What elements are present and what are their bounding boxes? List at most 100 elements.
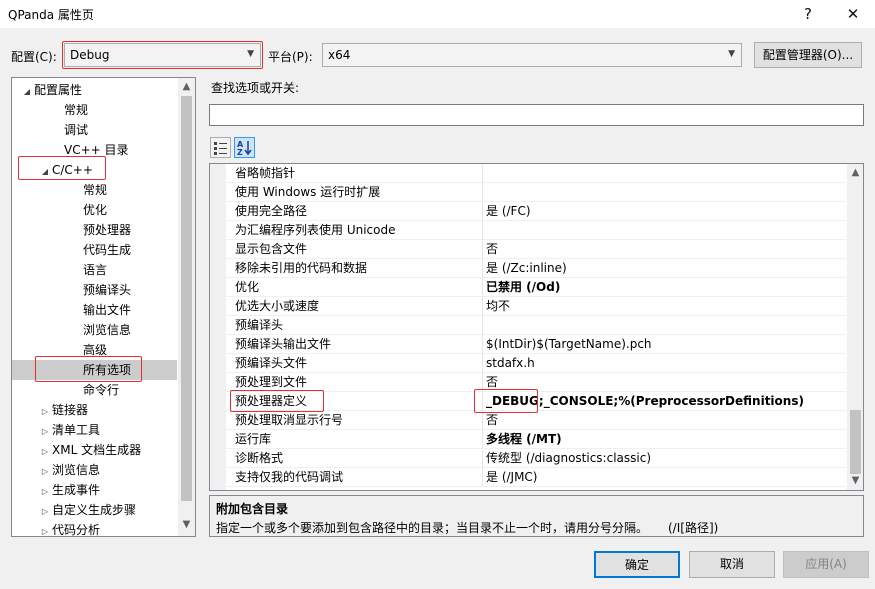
tree-item-label: 语言 [83, 263, 108, 277]
platform-dropdown[interactable]: x64 ▼ [322, 43, 742, 67]
property-name: 预处理取消显示行号 [235, 413, 344, 427]
tree-item[interactable]: 常规 [12, 180, 177, 200]
highlight-box-debug-value [474, 389, 538, 413]
collapsed-arrow-icon[interactable]: ▷ [38, 422, 52, 442]
property-value[interactable]: 传统型 (/diagnostics:classic) [486, 449, 651, 468]
property-name: 显示包含文件 [235, 242, 308, 256]
sort-alphabetical-icon[interactable]: A Z [234, 137, 255, 158]
property-value[interactable]: 已禁用 (/Od) [486, 278, 560, 297]
property-row[interactable]: 诊断格式 传统型 (/diagnostics:classic) [210, 449, 846, 468]
tree-item[interactable]: 调试 [12, 120, 177, 140]
tree-item-label: 自定义生成步骤 [52, 503, 137, 517]
collapsed-arrow-icon[interactable]: ▷ [38, 482, 52, 502]
tree-item-label: 常规 [64, 103, 89, 117]
property-row[interactable]: 省略帧指针 [210, 164, 846, 183]
property-name: 诊断格式 [235, 451, 284, 465]
tree-item[interactable]: ▷ 链接器 [12, 400, 177, 420]
property-row[interactable]: 运行库 多线程 (/MT) [210, 430, 846, 449]
tree-item[interactable]: 代码生成 [12, 240, 177, 260]
property-tree: ◢ 配置属性 常规 调试 VC++ 目录 ◢ C/C++ 常规 优化 预处理器 代码生成 语言 预编译头… [11, 77, 196, 537]
tree-item-label: 代码生成 [83, 243, 132, 257]
property-row[interactable]: 显示包含文件 否 [210, 240, 846, 259]
collapsed-arrow-icon[interactable]: ▷ [38, 462, 52, 482]
scroll-up-icon[interactable]: ▲ [847, 167, 863, 178]
property-name: 优选大小或速度 [235, 299, 320, 313]
tree-item[interactable]: 优化 [12, 200, 177, 220]
cancel-button[interactable]: 取消 [689, 551, 775, 578]
svg-text:Z: Z [237, 148, 243, 157]
ok-button[interactable]: 确定 [594, 551, 680, 578]
config-manager-button[interactable]: 配置管理器(O)... [754, 42, 862, 68]
tree-item[interactable]: ▷ 生成事件 [12, 480, 177, 500]
property-row[interactable]: 为汇编程序列表使用 Unicode [210, 221, 846, 240]
tree-scrollbar[interactable]: ▲ ▼ [178, 78, 195, 536]
tree-item[interactable]: 常规 [12, 100, 177, 120]
tree-item[interactable]: ▷ 自定义生成步骤 [12, 500, 177, 520]
scroll-down-icon[interactable]: ▼ [178, 519, 195, 530]
column-divider [482, 164, 483, 183]
column-divider [482, 221, 483, 240]
property-value[interactable]: 是 (/JMC) [486, 468, 538, 487]
property-row[interactable]: 优选大小或速度 均不 [210, 297, 846, 316]
scroll-down-icon[interactable]: ▼ [847, 475, 863, 486]
property-row[interactable]: 使用完全路径 是 (/FC) [210, 202, 846, 221]
column-divider [482, 335, 483, 354]
property-row[interactable]: 支持仅我的代码调试 是 (/JMC) [210, 468, 846, 487]
description-text: 指定一个或多个要添加到包含路径中的目录；当目录不止一个时，请用分号分隔。 [216, 521, 649, 535]
property-row[interactable]: 预编译头 [210, 316, 846, 335]
collapsed-arrow-icon[interactable]: ▷ [38, 522, 52, 536]
collapsed-arrow-icon[interactable]: ▷ [38, 502, 52, 522]
tree-item[interactable]: 输出文件 [12, 300, 177, 320]
column-divider [482, 316, 483, 335]
column-divider [482, 430, 483, 449]
close-button[interactable]: ✕ [838, 3, 868, 25]
tree-item[interactable]: ▷ XML 文档生成器 [12, 440, 177, 460]
tree-item-label: 清单工具 [52, 423, 101, 437]
tree-item[interactable]: ▷ 代码分析 [12, 520, 177, 536]
tree-item-label: 配置属性 [34, 83, 83, 97]
property-name: 省略帧指针 [235, 166, 296, 180]
property-value[interactable]: 均不 [486, 297, 510, 316]
collapsed-arrow-icon[interactable]: ▷ [38, 442, 52, 462]
column-divider [482, 354, 483, 373]
tree-item[interactable]: 预处理器 [12, 220, 177, 240]
property-value[interactable]: 否 [486, 240, 498, 259]
property-value[interactable]: 多线程 (/MT) [486, 430, 562, 449]
expanded-arrow-icon[interactable]: ◢ [20, 82, 34, 102]
tree-item-label: 浏览信息 [83, 323, 132, 337]
highlight-box-cpp [18, 156, 106, 180]
tree-item[interactable]: ▷ 清单工具 [12, 420, 177, 440]
category-view-icon[interactable] [210, 137, 231, 158]
property-row[interactable]: 使用 Windows 运行时扩展 [210, 183, 846, 202]
description-panel: 附加包含目录 指定一个或多个要添加到包含路径中的目录；当目录不止一个时，请用分号… [209, 495, 864, 537]
tree-scroll-thumb[interactable] [181, 96, 192, 501]
grid-scroll-thumb[interactable] [850, 410, 861, 474]
description-switch: (/I[路径]) [668, 521, 719, 535]
tree-item-label: 生成事件 [52, 483, 101, 497]
tree-item-label: 优化 [83, 203, 108, 217]
property-row[interactable]: 预编译头输出文件 $(IntDir)$(TargetName).pch [210, 335, 846, 354]
property-value[interactable]: 是 (/Zc:inline) [486, 259, 567, 278]
property-row[interactable]: 预编译头文件 stdafx.h [210, 354, 846, 373]
property-value[interactable]: 否 [486, 411, 498, 430]
grid-scrollbar[interactable]: ▲ ▼ [847, 164, 863, 490]
tree-item[interactable]: 浏览信息 [12, 320, 177, 340]
scroll-up-icon[interactable]: ▲ [178, 81, 195, 92]
help-button[interactable]: ? [793, 3, 823, 25]
property-name: 支持仅我的代码调试 [235, 470, 344, 484]
property-value[interactable]: 是 (/FC) [486, 202, 531, 221]
property-value[interactable]: stdafx.h [486, 354, 535, 373]
property-row[interactable]: 预处理取消显示行号 否 [210, 411, 846, 430]
property-value[interactable]: $(IntDir)$(TargetName).pch [486, 335, 652, 354]
collapsed-arrow-icon[interactable]: ▷ [38, 402, 52, 422]
tree-item[interactable]: 语言 [12, 260, 177, 280]
tree-item[interactable]: ▷ 浏览信息 [12, 460, 177, 480]
property-row[interactable]: 移除未引用的代码和数据 是 (/Zc:inline) [210, 259, 846, 278]
apply-button[interactable]: 应用(A) [783, 551, 869, 578]
platform-value: x64 [328, 48, 351, 62]
property-row[interactable]: 优化 已禁用 (/Od) [210, 278, 846, 297]
tree-item[interactable]: 命令行 [12, 380, 177, 400]
tree-item[interactable]: 预编译头 [12, 280, 177, 300]
tree-item[interactable]: ◢ 配置属性 [12, 80, 177, 100]
search-input[interactable] [209, 104, 864, 126]
